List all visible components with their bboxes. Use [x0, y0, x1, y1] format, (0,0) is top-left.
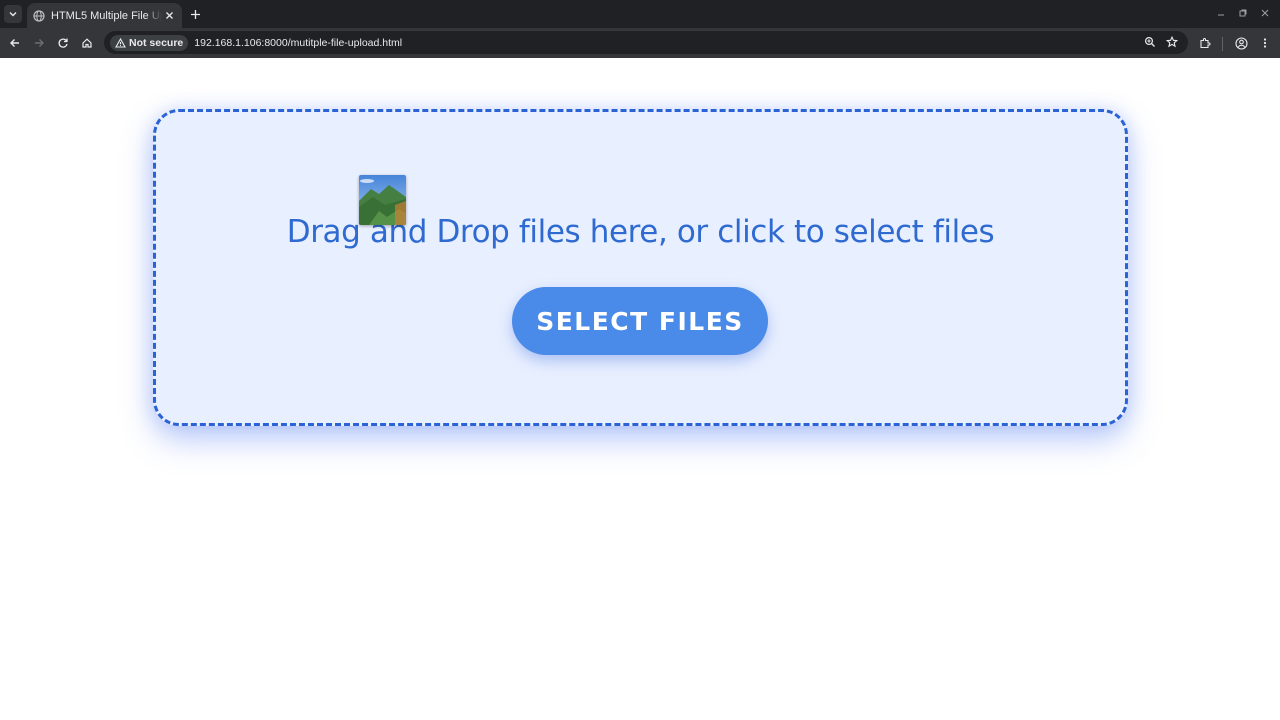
tab-search-button[interactable] [4, 5, 22, 23]
toolbar-separator [1222, 37, 1223, 51]
bookmark-button[interactable] [1164, 34, 1180, 50]
browser-toolbar: Not secure 192.168.1.106:8000/mutitple-f… [0, 28, 1280, 58]
zoom-button[interactable] [1142, 34, 1158, 50]
drop-instruction-text: Drag and Drop files here, or click to se… [286, 214, 995, 250]
reload-icon [58, 38, 68, 48]
home-icon [82, 38, 92, 48]
back-button[interactable] [6, 34, 24, 52]
warning-icon [115, 37, 126, 48]
file-drop-zone[interactable]: Drag and Drop files here, or click to se… [153, 109, 1128, 426]
plus-icon [190, 9, 200, 19]
browser-tab-bar: HTML5 Multiple File Upload [0, 0, 1280, 28]
browser-tab[interactable]: HTML5 Multiple File Upload [27, 3, 182, 28]
mountain-image-icon [359, 175, 406, 225]
more-vert-icon [1263, 38, 1267, 48]
dragged-file-thumbnail[interactable] [359, 175, 406, 225]
minimize-button[interactable] [1214, 6, 1228, 20]
home-button[interactable] [78, 34, 96, 52]
new-tab-button[interactable] [186, 5, 204, 23]
profile-button[interactable] [1232, 34, 1250, 52]
puzzle-icon [1200, 37, 1211, 49]
url-text: 192.168.1.106:8000/mutitple-file-upload.… [194, 36, 403, 49]
arrow-left-icon [10, 39, 19, 47]
security-label: Not secure [129, 36, 184, 49]
tab-close-button[interactable] [162, 9, 176, 23]
globe-icon [33, 9, 45, 22]
star-icon [1166, 36, 1178, 48]
restore-icon [1239, 9, 1247, 17]
close-icon [165, 12, 173, 19]
extensions-button[interactable] [1196, 34, 1214, 52]
restore-button[interactable] [1236, 6, 1250, 20]
minimize-icon [1218, 14, 1224, 16]
security-indicator[interactable]: Not secure [110, 34, 189, 51]
select-files-button[interactable]: SELECT FILES [512, 287, 768, 355]
close-icon [1261, 9, 1269, 17]
reload-button[interactable] [54, 34, 72, 52]
tab-title: HTML5 Multiple File Upload [51, 9, 162, 22]
forward-button[interactable] [30, 34, 48, 52]
arrow-right-icon [35, 39, 44, 47]
address-bar[interactable]: Not secure 192.168.1.106:8000/mutitple-f… [104, 31, 1188, 54]
window-controls [1214, 6, 1272, 20]
close-window-button[interactable] [1258, 6, 1272, 20]
zoom-icon [1144, 36, 1155, 47]
account-icon [1234, 36, 1248, 50]
menu-button[interactable] [1256, 34, 1274, 52]
chevron-down-icon [9, 12, 17, 17]
